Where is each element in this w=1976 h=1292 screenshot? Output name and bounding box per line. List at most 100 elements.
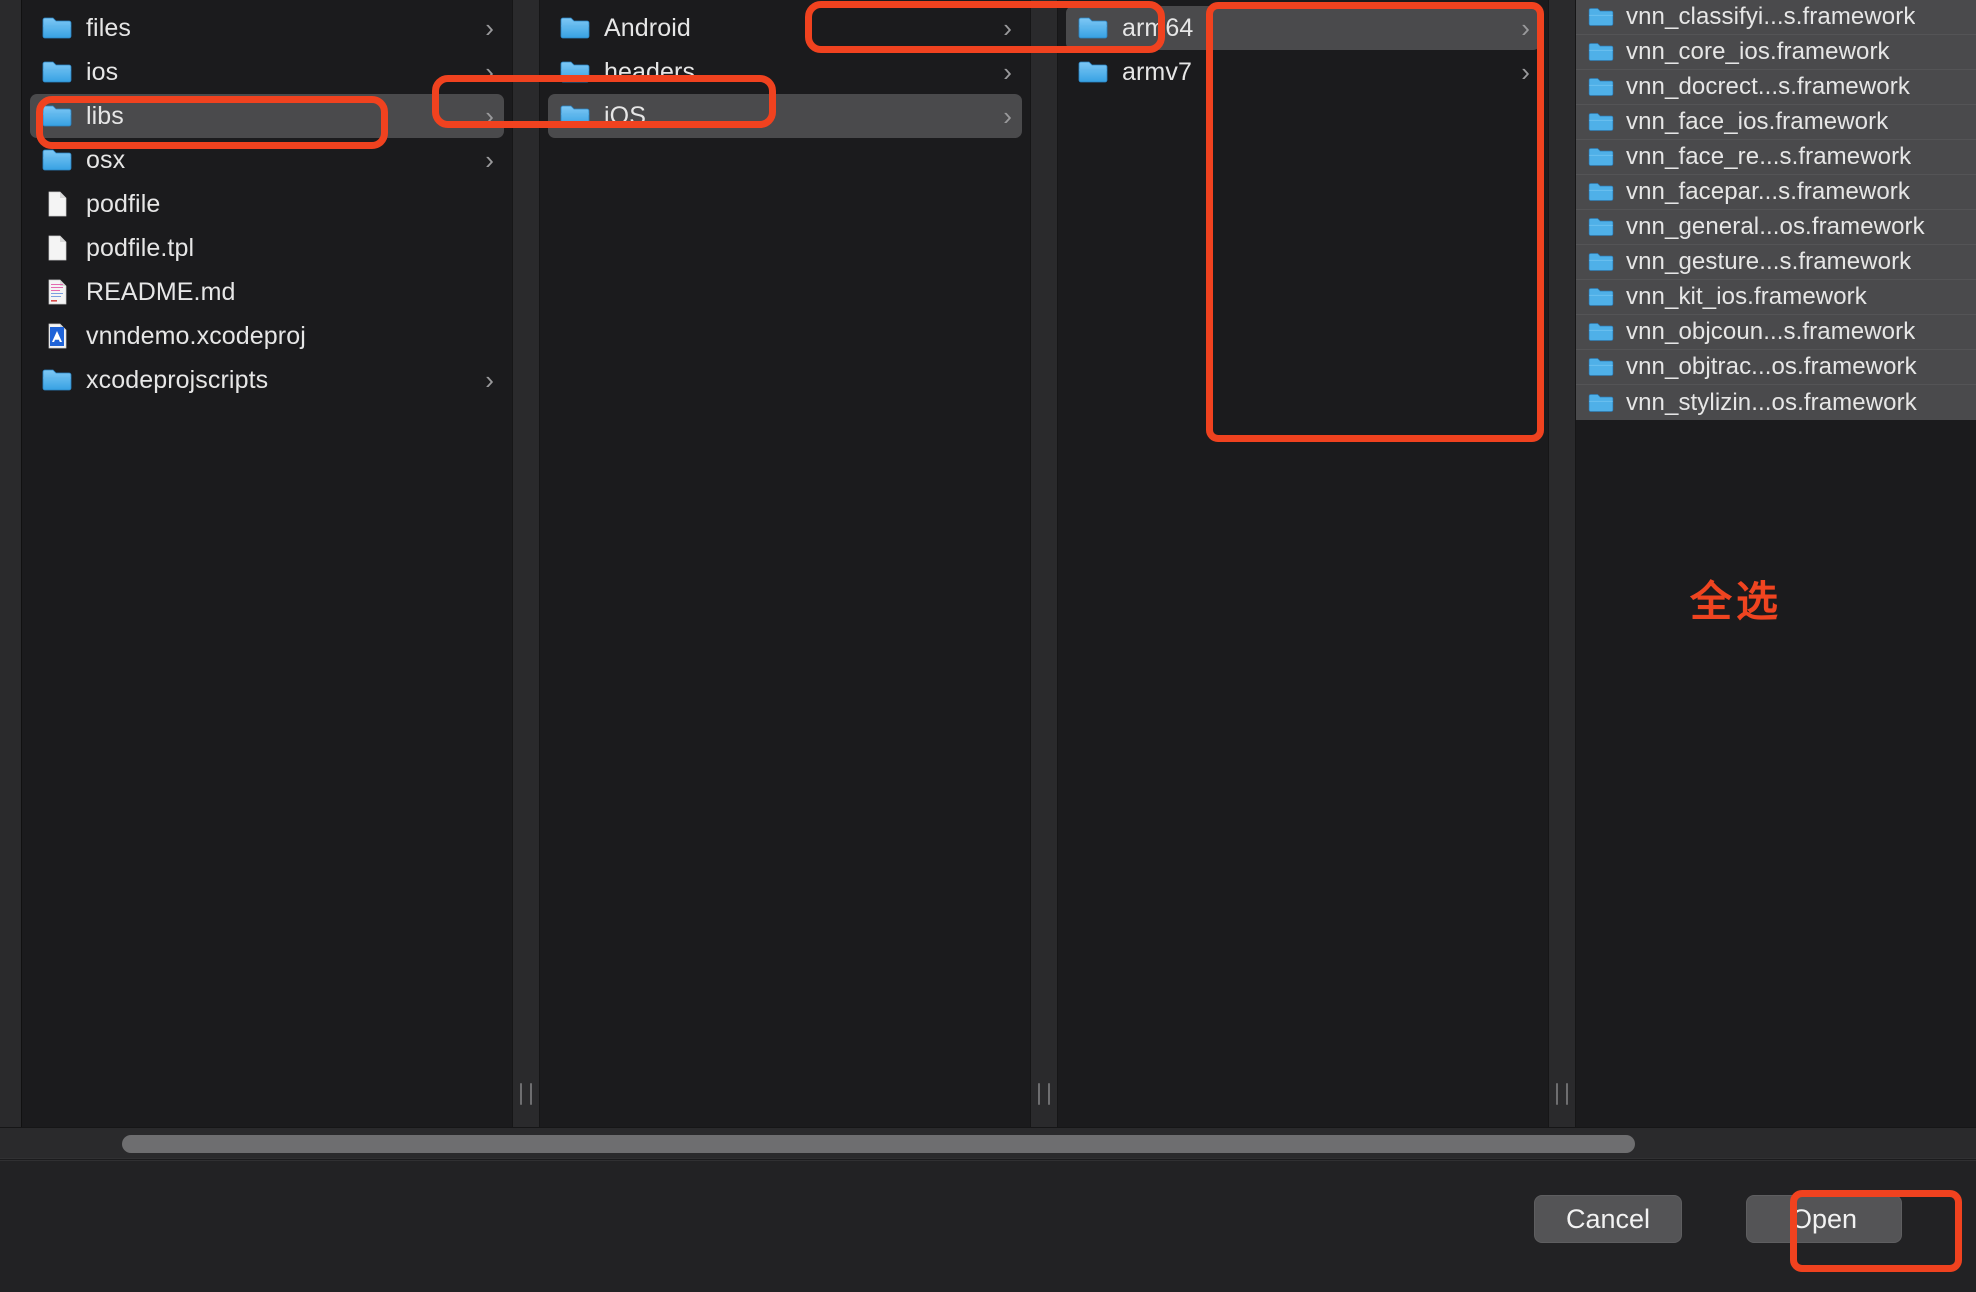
column-2-rows: Android › headers › iOS › (540, 0, 1030, 138)
file-row-osx[interactable]: osx › (30, 138, 504, 182)
chevron-right-icon: › (485, 13, 494, 43)
framework-row-label: vnn_gesture...s.framework (1626, 248, 1912, 275)
folder-icon (1588, 251, 1614, 273)
folder-icon (1588, 286, 1614, 308)
column-1-rows: files › ios › libs › osx › podfile podfi… (22, 0, 512, 402)
column-browser: files › ios › libs › osx › podfile podfi… (0, 0, 1976, 1127)
folder-icon (560, 103, 590, 129)
horizontal-scrollbar-thumb[interactable] (122, 1135, 1635, 1153)
chevron-right-icon: › (485, 57, 494, 87)
framework-row[interactable]: vnn_stylizin...os.framework› (1576, 385, 1976, 420)
file-row-arm64[interactable]: arm64 › (1066, 6, 1540, 50)
column-3-ios[interactable]: arm64 › armv7 › (1058, 0, 1548, 1127)
dialog-footer: Cancel Open (0, 1160, 1976, 1292)
file-row-armv7[interactable]: armv7 › (1066, 50, 1540, 94)
file-row-label: libs (86, 101, 124, 130)
file-row-label: ios (86, 57, 119, 86)
chevron-right-icon: › (1521, 13, 1530, 43)
folder-icon (1588, 6, 1614, 28)
framework-row[interactable]: vnn_gesture...s.framework› (1576, 245, 1976, 280)
chevron-right-icon: › (1003, 57, 1012, 87)
column-resize-handle-2[interactable] (1030, 0, 1058, 1127)
file-row-label: arm64 (1122, 13, 1194, 42)
file-row-label: headers (604, 57, 696, 86)
framework-row-label: vnn_kit_ios.framework (1626, 283, 1867, 310)
folder-icon (560, 15, 590, 41)
framework-row-label: vnn_general...os.framework (1626, 213, 1925, 240)
column-4-arm64-frameworks[interactable]: vnn_classifyi...s.framework›vnn_core_ios… (1576, 0, 1976, 1127)
file-row-libs[interactable]: libs › (30, 94, 504, 138)
column-3-rows: arm64 › armv7 › (1058, 0, 1548, 94)
file-row-label: vnndemo.xcodeproj (86, 321, 306, 350)
framework-row[interactable]: vnn_face_re...s.framework› (1576, 140, 1976, 175)
framework-row-label: vnn_face_re...s.framework (1626, 143, 1912, 170)
folder-icon (1588, 321, 1614, 343)
annotation-select-all: 全选 (1690, 577, 1783, 626)
column-resize-handle-1[interactable] (512, 0, 540, 1127)
folder-icon (1588, 392, 1614, 414)
column-stub-previous (0, 0, 22, 1127)
column-4-rows: vnn_classifyi...s.framework›vnn_core_ios… (1576, 0, 1976, 420)
resize-grip-icon (1038, 1083, 1050, 1105)
chevron-right-icon: › (485, 365, 494, 395)
file-row-ios[interactable]: ios › (30, 50, 504, 94)
folder-icon (1588, 216, 1614, 238)
file-row-readme[interactable]: README.md (30, 270, 504, 314)
framework-row[interactable]: vnn_face_ios.framework› (1576, 105, 1976, 140)
file-row-label: podfile.tpl (86, 233, 195, 262)
column-resize-handle-3[interactable] (1548, 0, 1576, 1127)
file-row-label: xcodeprojscripts (86, 365, 269, 394)
file-row-android[interactable]: Android › (548, 6, 1022, 50)
file-row-headers[interactable]: headers › (548, 50, 1022, 94)
framework-row-label: vnn_face_ios.framework (1626, 108, 1889, 135)
file-row-label: files (86, 13, 131, 42)
framework-row[interactable]: vnn_kit_ios.framework› (1576, 280, 1976, 315)
chevron-right-icon: › (485, 101, 494, 131)
framework-row[interactable]: vnn_objtrac...os.framework› (1576, 350, 1976, 385)
open-button[interactable]: Open (1746, 1195, 1902, 1243)
open-file-dialog: files › ios › libs › osx › podfile podfi… (0, 0, 1976, 1292)
framework-row[interactable]: vnn_objcoun...s.framework› (1576, 315, 1976, 350)
framework-row-label: vnn_objcoun...s.framework (1626, 318, 1916, 345)
folder-icon (42, 15, 72, 41)
framework-row-label: vnn_docrect...s.framework (1626, 73, 1910, 100)
file-row-label: armv7 (1122, 57, 1192, 86)
framework-row[interactable]: vnn_facepar...s.framework› (1576, 175, 1976, 210)
folder-icon (1588, 181, 1614, 203)
framework-row[interactable]: vnn_general...os.framework› (1576, 210, 1976, 245)
folder-icon (1078, 15, 1108, 41)
file-row-podfile-tpl[interactable]: podfile.tpl (30, 226, 504, 270)
document-icon (42, 235, 72, 261)
folder-icon (1078, 59, 1108, 85)
file-row-label: osx (86, 145, 126, 174)
framework-row[interactable]: vnn_docrect...s.framework› (1576, 70, 1976, 105)
horizontal-scrollbar-track[interactable] (0, 1127, 1976, 1159)
framework-row[interactable]: vnn_core_ios.framework› (1576, 35, 1976, 70)
folder-icon (42, 147, 72, 173)
cancel-button[interactable]: Cancel (1534, 1195, 1682, 1243)
framework-row-label: vnn_stylizin...os.framework (1626, 388, 1917, 416)
file-row-vnndemo-xcodeproj[interactable]: vnndemo.xcodeproj (30, 314, 504, 358)
chevron-right-icon: › (1521, 57, 1530, 87)
document-icon (42, 191, 72, 217)
folder-icon (1588, 111, 1614, 133)
file-row-ios-platform[interactable]: iOS › (548, 94, 1022, 138)
file-row-files[interactable]: files › (30, 6, 504, 50)
column-2-libs[interactable]: Android › headers › iOS › (540, 0, 1030, 1127)
file-row-xcodeprojscripts[interactable]: xcodeprojscripts › (30, 358, 504, 402)
folder-icon (42, 367, 72, 393)
folder-icon (1588, 41, 1614, 63)
file-row-podfile[interactable]: podfile (30, 182, 504, 226)
framework-row-label: vnn_core_ios.framework (1626, 38, 1890, 65)
chevron-right-icon: › (485, 145, 494, 175)
framework-row-label: vnn_objtrac...os.framework (1626, 353, 1917, 380)
file-row-label: podfile (86, 189, 161, 218)
folder-icon (560, 59, 590, 85)
file-row-label: README.md (86, 277, 236, 306)
framework-row-label: vnn_facepar...s.framework (1626, 178, 1910, 205)
file-row-label: iOS (604, 101, 646, 130)
column-1-project-root[interactable]: files › ios › libs › osx › podfile podfi… (22, 0, 512, 1127)
framework-row[interactable]: vnn_classifyi...s.framework› (1576, 0, 1976, 35)
framework-row-label: vnn_classifyi...s.framework (1626, 3, 1916, 30)
folder-icon (42, 103, 72, 129)
